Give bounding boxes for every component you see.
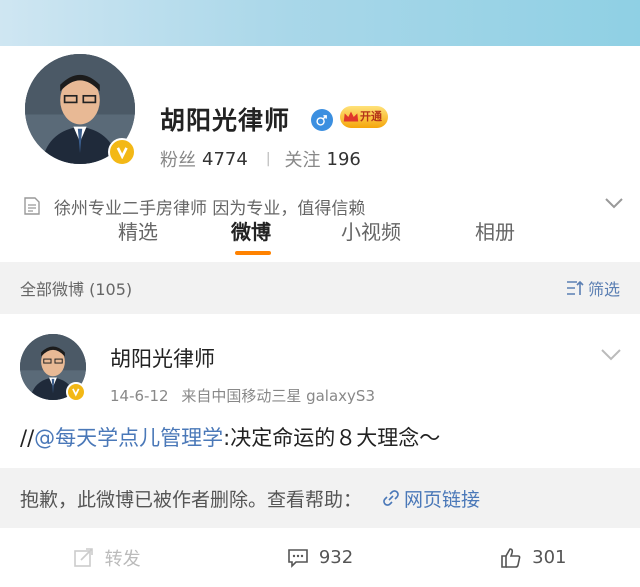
- post-source: 来自中国移动三星 galaxyS3: [181, 387, 375, 405]
- chevron-down-icon[interactable]: [600, 348, 622, 362]
- comment-count: 932: [318, 547, 354, 568]
- thumbs-up-icon: [501, 547, 521, 568]
- fans-label[interactable]: 粉丝: [160, 146, 196, 172]
- post-text-prefix: //: [20, 426, 35, 450]
- tab-weibo[interactable]: 微博: [231, 216, 271, 245]
- filter-label: 筛选: [587, 280, 620, 299]
- verified-badge-icon: [108, 138, 136, 166]
- deleted-repost-box: 抱歉，此微博已被作者删除。查看帮助： 网页链接: [0, 468, 640, 528]
- chevron-down-icon[interactable]: [604, 196, 624, 210]
- comment-icon: [288, 548, 308, 568]
- deleted-notice: 抱歉，此微博已被作者删除。查看帮助：: [20, 488, 363, 511]
- comment-button[interactable]: 932: [213, 528, 426, 587]
- follow-label[interactable]: 关注: [285, 146, 321, 172]
- filter-bar: 全部微博 (105) 筛选: [0, 262, 640, 314]
- vip-open-button[interactable]: 开通: [340, 106, 388, 128]
- repost-icon: [73, 547, 93, 567]
- help-link[interactable]: 网页链接: [382, 485, 480, 512]
- stats-divider: |: [265, 151, 271, 167]
- tab-featured[interactable]: 精选: [118, 216, 158, 245]
- repost-label: 转发: [104, 548, 141, 570]
- follow-count[interactable]: 196: [327, 149, 361, 170]
- male-icon: [311, 109, 333, 131]
- help-link-text: 网页链接: [404, 488, 481, 511]
- profile-name: 胡阳光律师: [160, 106, 291, 135]
- header-banner: [0, 0, 640, 46]
- post-author-name[interactable]: 胡阳光律师: [110, 343, 215, 373]
- profile-tabs: 精选 微博 小视频 相册: [0, 212, 640, 262]
- post-text: //@每天学点儿管理学:决定命运的８大理念～: [20, 422, 440, 452]
- like-button[interactable]: 301: [427, 528, 640, 587]
- filter-button[interactable]: 筛选: [566, 276, 620, 300]
- filter-icon: [566, 280, 584, 295]
- tab-videos[interactable]: 小视频: [341, 216, 401, 245]
- tab-album[interactable]: 相册: [475, 216, 515, 245]
- link-icon: [383, 490, 399, 506]
- like-count: 301: [532, 547, 567, 568]
- profile-stats: 粉丝 4774 | 关注 196: [160, 146, 361, 172]
- post-text-suffix: :决定命运的８大理念～: [223, 426, 441, 450]
- all-posts-label: 全部微博 (105): [20, 280, 133, 299]
- post-date: 14-6-12: [110, 387, 169, 405]
- fans-count[interactable]: 4774: [202, 149, 248, 170]
- vip-label: 开通: [360, 110, 382, 123]
- mention-link[interactable]: @每天学点儿管理学: [34, 426, 223, 450]
- repost-button[interactable]: 转发: [0, 528, 213, 587]
- crown-icon: [343, 111, 359, 122]
- verified-badge-icon: [66, 382, 86, 402]
- post-actions: 转发 932 301: [0, 528, 640, 587]
- active-tab-indicator: [235, 251, 271, 255]
- post-meta: 14-6-12 来自中国移动三星 galaxyS3: [110, 385, 375, 406]
